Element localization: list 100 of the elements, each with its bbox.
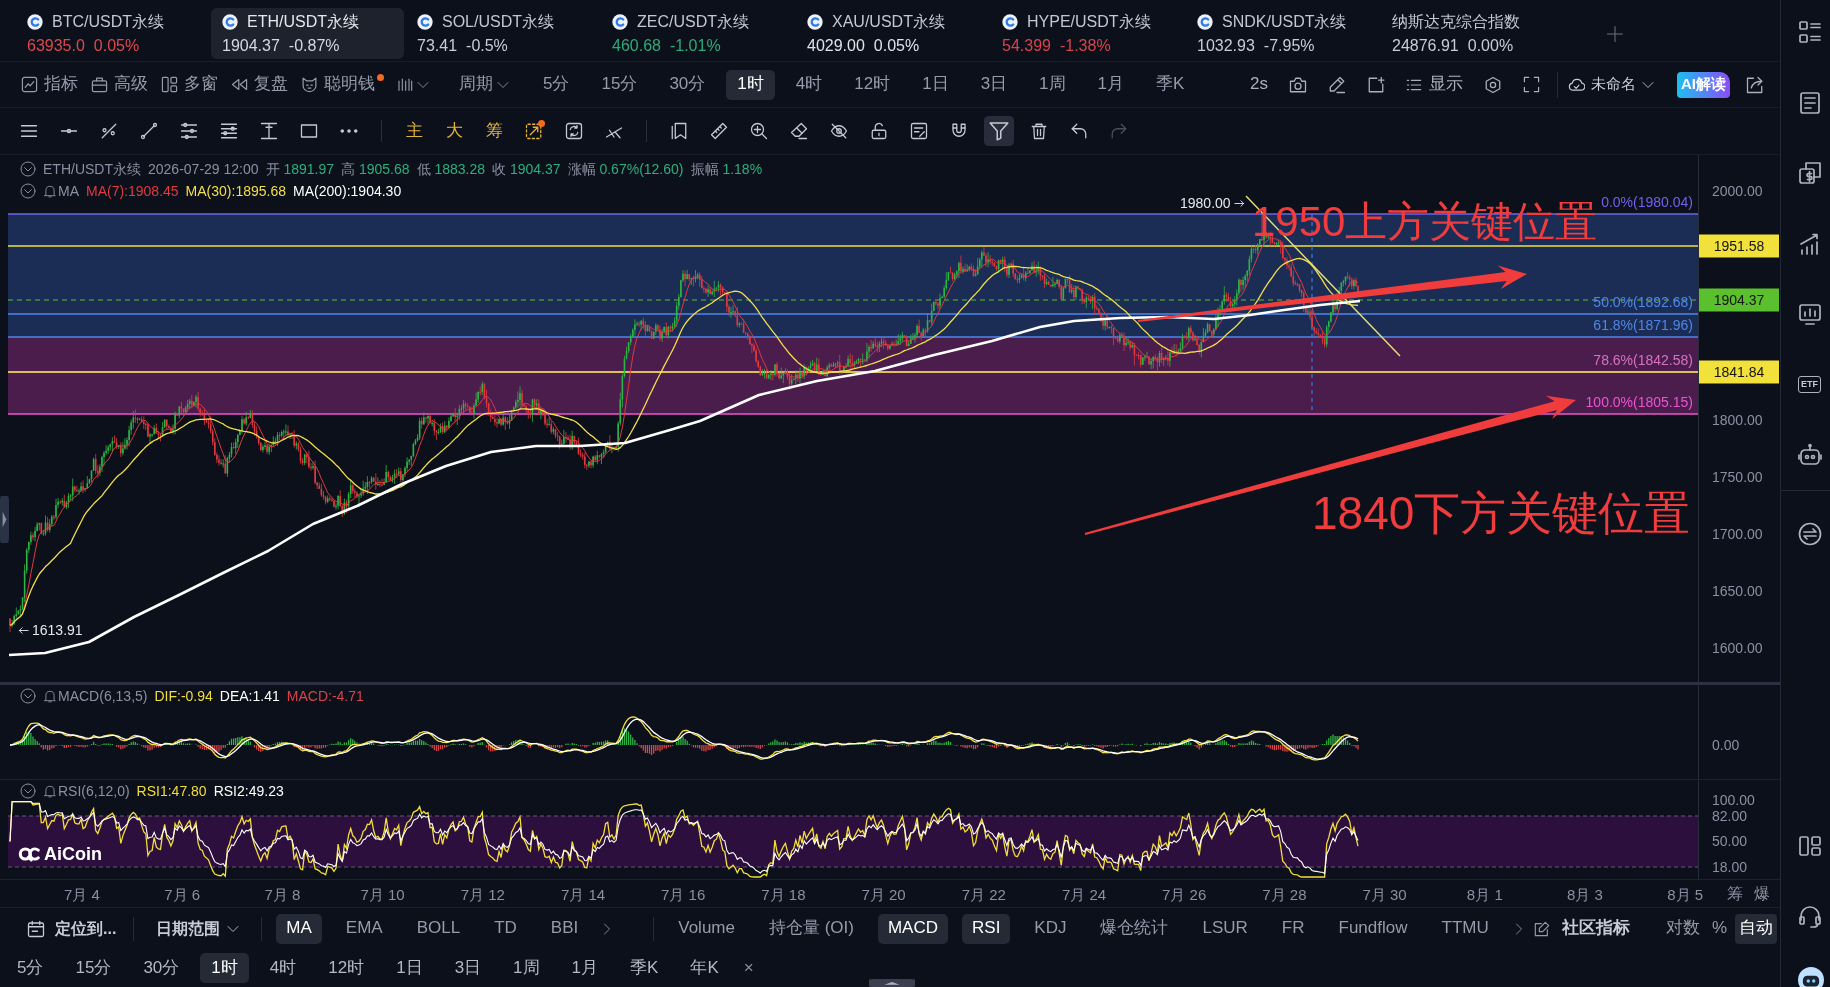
padlock-icon[interactable] (870, 122, 888, 140)
ticker-tab[interactable]: 纳斯达克综合指数 24876.91 0.00% (1381, 8, 1574, 59)
toolbar-button[interactable]: 指标 (21, 70, 78, 99)
monitor-chart-icon[interactable] (1798, 302, 1822, 326)
eraser-icon[interactable] (790, 122, 808, 140)
bell-icon[interactable] (43, 689, 57, 703)
etf-button[interactable]: ETF (1798, 376, 1821, 393)
robot-icon[interactable] (1798, 443, 1822, 467)
zoom-in-icon[interactable] (750, 122, 768, 140)
period-tab[interactable]: 1日 (911, 69, 960, 100)
share-icon[interactable] (1746, 75, 1764, 94)
ruler-icon[interactable] (710, 122, 728, 140)
edit-box-icon[interactable] (910, 122, 928, 140)
community-indicators-button[interactable]: 社区指标 (1561, 919, 1630, 938)
undo-icon[interactable] (1070, 122, 1088, 140)
indicator-tab[interactable]: EMA (335, 913, 393, 944)
headset-icon[interactable] (1798, 904, 1822, 928)
document-icon[interactable] (1798, 90, 1822, 115)
expand-handle-icon[interactable] (0, 496, 9, 543)
scale-option[interactable]: 对数 (1661, 913, 1704, 944)
edit-icon[interactable] (1533, 920, 1550, 937)
period-tab[interactable]: 年K (679, 953, 730, 983)
period-tab[interactable]: 1月 (1086, 69, 1136, 100)
overlay-toggle[interactable]: 大 (445, 121, 463, 141)
display-button[interactable]: 显示 (1406, 75, 1463, 94)
chevron-circle-icon[interactable] (20, 783, 36, 799)
ticker-tab[interactable]: XAU/USDT永续 4029.00 0.05% (796, 8, 989, 59)
bell-icon[interactable] (43, 184, 57, 198)
indicator-tab[interactable]: Volume (668, 913, 745, 944)
indicator-tab[interactable]: BBI (540, 913, 589, 944)
indicator-tab[interactable]: TTMU (1431, 913, 1499, 944)
add-window-icon[interactable] (1367, 75, 1385, 94)
period-tab[interactable]: 1时 (200, 953, 249, 983)
rectangle-icon[interactable] (300, 122, 318, 140)
indicator-tab[interactable]: MACD (877, 913, 948, 944)
fullscreen-icon[interactable] (1523, 76, 1540, 93)
period-tab[interactable]: 15分 (64, 953, 123, 983)
chevron-circle-icon[interactable] (20, 688, 36, 704)
collapse-handle-icon[interactable] (869, 979, 915, 987)
indicator-tab[interactable]: FR (1271, 913, 1315, 944)
settings-icon[interactable] (1484, 75, 1502, 94)
ticker-tab[interactable]: SOL/USDT永续 73.41 -0.5% (406, 8, 599, 59)
line-segment-icon[interactable] (140, 122, 158, 140)
indicator-tab[interactable]: 爆仓统计 (1090, 913, 1179, 944)
period-dropdown[interactable]: 周期 (459, 70, 509, 99)
period-tab[interactable]: 4时 (784, 69, 834, 100)
robot-avatar-icon[interactable] (1798, 967, 1824, 987)
indicator-tab[interactable]: BOLL (406, 913, 471, 944)
period-tab[interactable]: 季K (1145, 69, 1196, 100)
toolbar-button[interactable]: 复盘 (231, 70, 288, 99)
layout-icon[interactable] (1798, 834, 1822, 858)
period-tab[interactable]: 3日 (443, 953, 493, 983)
camera-icon[interactable] (1289, 75, 1307, 94)
period-tab[interactable]: 季K (619, 953, 670, 983)
chevron-circle-icon[interactable] (20, 183, 36, 199)
menu-icon[interactable] (20, 122, 38, 140)
ticker-tab[interactable]: HYPE/USDT永续 54.399 -1.38% (991, 8, 1184, 59)
toolbar-button[interactable]: 高级 (91, 70, 148, 99)
period-tab[interactable]: 5分 (532, 69, 581, 100)
eye-slash-icon[interactable] (830, 122, 848, 140)
indicator-tab[interactable]: MA (276, 913, 322, 944)
bookmark-icon[interactable] (670, 122, 688, 140)
locate-button[interactable]: 定位到... (27, 919, 117, 938)
pencil-icon[interactable] (1328, 75, 1346, 94)
date-range-dropdown[interactable]: 日期范围 (156, 919, 240, 938)
period-tab[interactable]: 1周 (1028, 69, 1077, 100)
i-beam-icon[interactable] (260, 122, 278, 140)
period-tab[interactable]: 4时 (258, 953, 308, 983)
filter-icon[interactable] (984, 116, 1014, 146)
layout-dropdown[interactable]: 未命名 (1568, 76, 1654, 93)
indicator-tab[interactable]: RSI (962, 913, 1011, 944)
sliders-icon[interactable] (180, 122, 198, 140)
refresh-interval-button[interactable]: 2s (1250, 75, 1268, 94)
ticker-tab[interactable]: SNDK/USDT永续 1032.93 -7.95% (1186, 8, 1379, 59)
ticker-tab[interactable]: BTC/USDT永续 63935.0 0.05% (16, 8, 209, 59)
period-tab[interactable]: 1月 (560, 953, 610, 983)
ticker-tab[interactable]: ETH/USDT永续 1904.37 -0.87% (211, 8, 404, 59)
axis-toggle[interactable]: 爆 (1754, 884, 1770, 903)
toolbar-button[interactable]: 多窗 (161, 70, 218, 99)
period-tab[interactable]: 1日 (385, 953, 434, 983)
period-tab[interactable]: 30分 (658, 69, 717, 100)
scale-option[interactable]: % (1707, 913, 1731, 944)
ticker-tab[interactable]: ZEC/USDT永续 460.68 -1.01% (601, 8, 794, 59)
period-tab[interactable]: 30分 (132, 953, 191, 983)
list-icon[interactable] (1798, 20, 1822, 44)
bars-icon[interactable] (397, 76, 413, 93)
indicator-tab[interactable]: TD (484, 913, 527, 944)
axis-toggle[interactable]: 筹 (1727, 884, 1743, 903)
indicator-tab[interactable]: Fundflow (1328, 913, 1418, 944)
period-tab[interactable]: 12时 (317, 953, 376, 983)
period-tab[interactable]: 15分 (590, 69, 649, 100)
bell-icon[interactable] (43, 784, 57, 798)
chevron-circle-icon[interactable] (20, 161, 36, 177)
magnet-icon[interactable] (950, 122, 968, 140)
period-tab[interactable]: 1周 (502, 953, 551, 983)
sliders-icon[interactable] (220, 122, 238, 140)
trash-icon[interactable] (1030, 122, 1048, 140)
period-tab[interactable]: 1时 (726, 69, 775, 100)
dollar-document-icon[interactable] (1798, 161, 1822, 185)
overlay-toggle[interactable]: 筹 (485, 121, 503, 141)
